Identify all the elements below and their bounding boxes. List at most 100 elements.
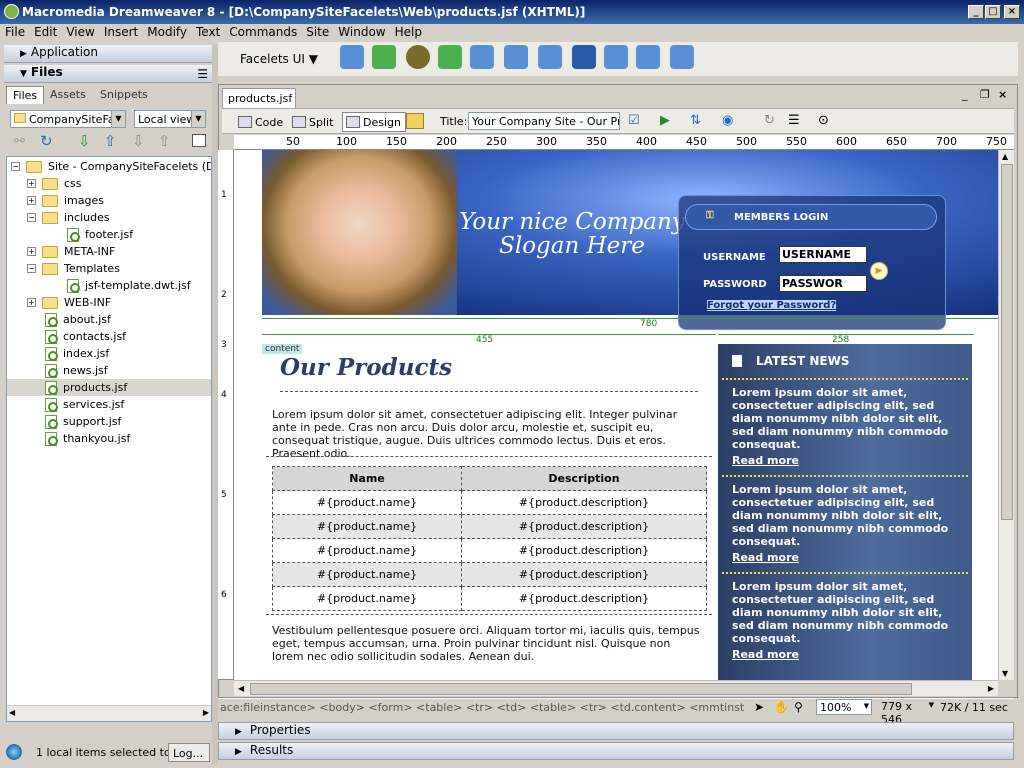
- scroll-left-icon[interactable]: ◀: [9, 708, 15, 717]
- facelets-define-icon[interactable]: [438, 45, 462, 69]
- facelets-fragment-icon[interactable]: [504, 45, 528, 69]
- tree-file-about[interactable]: about.jsf: [45, 311, 111, 328]
- doc-minimize-icon[interactable]: _: [962, 88, 968, 101]
- insert-category-select[interactable]: Facelets UI ▼: [240, 52, 318, 66]
- facelets-repeat-icon[interactable]: [670, 45, 694, 69]
- refresh-design-icon[interactable]: ↻: [764, 113, 775, 128]
- tree-file-thankyou[interactable]: thankyou.jsf: [45, 430, 130, 447]
- results-panel-header[interactable]: ▶ Results: [218, 742, 1014, 760]
- scroll-left-icon[interactable]: ◀: [238, 684, 244, 693]
- expand-panel-icon[interactable]: [192, 134, 206, 147]
- select-tool-icon[interactable]: ➤: [754, 700, 764, 714]
- menu-view[interactable]: View: [61, 24, 98, 39]
- get-files-icon[interactable]: ⇩: [78, 132, 91, 150]
- facelets-debug-icon[interactable]: [406, 45, 430, 69]
- menu-help[interactable]: Help: [390, 24, 426, 39]
- menu-site[interactable]: Site: [301, 24, 333, 39]
- tree-file-template[interactable]: jsf-template.dwt.jsf: [67, 277, 191, 294]
- hand-tool-icon[interactable]: ✋: [774, 700, 789, 714]
- canvas-vertical-scrollbar[interactable]: ▲ ▼: [998, 150, 1014, 680]
- panel-options-icon[interactable]: ☰: [197, 67, 208, 81]
- read-more-link[interactable]: Read more: [732, 551, 799, 564]
- tree-folder-css[interactable]: + css: [27, 175, 82, 192]
- connect-icon[interactable]: ⚯: [14, 134, 25, 149]
- canvas-horizontal-scrollbar[interactable]: ◀ ▶: [234, 680, 998, 696]
- menu-modify[interactable]: Modify: [142, 24, 191, 39]
- facelets-insert-icon[interactable]: [572, 45, 596, 69]
- tree-file-products[interactable]: products.jsf: [7, 379, 211, 396]
- scroll-thumb[interactable]: [250, 683, 912, 695]
- login-go-button[interactable]: ▶: [870, 262, 888, 280]
- username-input[interactable]: [779, 246, 867, 263]
- tree-folder-images[interactable]: + images: [27, 192, 104, 209]
- scroll-down-icon[interactable]: ▼: [1002, 669, 1008, 678]
- log-button[interactable]: Log...: [168, 743, 210, 762]
- menu-window[interactable]: Window: [333, 24, 389, 39]
- check-in-icon[interactable]: ⇧: [158, 132, 171, 150]
- put-files-icon[interactable]: ⇧: [104, 132, 117, 150]
- window-size-select[interactable]: 779 x 546 ▼: [878, 699, 934, 726]
- application-panel-header[interactable]: ▶ Application: [4, 45, 212, 63]
- content-region-tag[interactable]: content: [262, 344, 303, 354]
- facelets-composition-icon[interactable]: [340, 45, 364, 69]
- tree-file-news[interactable]: news.jsf: [45, 362, 108, 379]
- tree-file-index[interactable]: index.jsf: [45, 345, 109, 362]
- tab-snippets[interactable]: Snippets: [94, 86, 154, 104]
- visual-aids-icon[interactable]: ⊙: [818, 113, 829, 128]
- scroll-right-icon[interactable]: ▶: [988, 684, 994, 693]
- read-more-link[interactable]: Read more: [732, 454, 799, 467]
- zoom-tool-icon[interactable]: ⚲: [794, 700, 803, 714]
- split-view-button[interactable]: Split: [288, 112, 338, 132]
- doc-restore-icon[interactable]: ❐: [980, 88, 990, 101]
- validate-icon[interactable]: ▶: [660, 113, 670, 128]
- doc-close-icon[interactable]: ×: [998, 88, 1007, 101]
- tree-site-root[interactable]: − Site - CompanySiteFacelets (D:\C: [11, 158, 211, 175]
- tab-assets[interactable]: Assets: [44, 86, 92, 104]
- files-panel-header[interactable]: ▼ Files ☰: [4, 65, 212, 83]
- menu-insert[interactable]: Insert: [99, 24, 142, 39]
- facelets-decorate-icon[interactable]: [470, 45, 494, 69]
- menu-commands[interactable]: Commands: [224, 24, 301, 39]
- password-input[interactable]: [779, 275, 867, 292]
- scroll-thumb[interactable]: [1001, 164, 1013, 520]
- tree-folder-web-inf[interactable]: + WEB-INF: [27, 294, 111, 311]
- tree-folder-includes[interactable]: − includes: [27, 209, 110, 226]
- tree-file-support[interactable]: support.jsf: [45, 413, 121, 430]
- scroll-right-icon[interactable]: ▶: [203, 708, 209, 717]
- live-data-icon[interactable]: [406, 113, 424, 129]
- forgot-password-link[interactable]: Forgot your Password?: [707, 300, 837, 311]
- facelets-remove-icon[interactable]: [636, 45, 660, 69]
- tag-selector[interactable]: ace:fileinstance> <body> <form> <table> …: [220, 701, 744, 714]
- title-input[interactable]: Your Company Site - Our Produ: [468, 112, 620, 130]
- design-canvas[interactable]: Your nice Company Slogan Here ⚿ MEMBERS LO…: [234, 150, 998, 680]
- file-management-icon[interactable]: ⇅: [690, 113, 701, 128]
- tree-file-contacts[interactable]: contacts.jsf: [45, 328, 126, 345]
- site-select[interactable]: CompanySiteFac ▼: [10, 110, 126, 128]
- design-view-button[interactable]: Design: [342, 112, 406, 132]
- close-button[interactable]: ×: [1004, 5, 1020, 19]
- facelets-param-icon[interactable]: [604, 45, 628, 69]
- view-options-icon[interactable]: ☰: [788, 113, 800, 128]
- read-more-link[interactable]: Read more: [732, 648, 799, 661]
- tab-files[interactable]: Files: [6, 86, 45, 104]
- content-region[interactable]: Our Products Lorem ipsum dolor sit amet,…: [262, 344, 716, 680]
- preview-browser-icon[interactable]: ◉: [722, 113, 733, 128]
- maximize-button[interactable]: □: [985, 5, 1001, 19]
- check-out-icon[interactable]: ⇩: [132, 132, 145, 150]
- refresh-icon[interactable]: ↻: [40, 132, 53, 150]
- scroll-up-icon[interactable]: ▲: [1002, 152, 1008, 161]
- dreamweaver-app-icon[interactable]: [4, 4, 19, 19]
- document-tab[interactable]: products.jsf: [222, 88, 296, 108]
- code-view-button[interactable]: Code: [234, 112, 288, 132]
- minimize-button[interactable]: _: [968, 5, 984, 19]
- view-select[interactable]: Local view ▼: [134, 110, 206, 128]
- tree-file-footer[interactable]: footer.jsf: [67, 226, 133, 243]
- tree-horizontal-scrollbar[interactable]: ◀ ▶: [7, 705, 211, 721]
- menu-edit[interactable]: Edit: [29, 24, 61, 39]
- facelets-include-icon[interactable]: [538, 45, 562, 69]
- properties-panel-header[interactable]: ▶ Properties: [218, 722, 1014, 740]
- check-browser-icon[interactable]: ☑: [628, 113, 640, 128]
- menu-text[interactable]: Text: [191, 24, 224, 39]
- menu-file[interactable]: File: [0, 24, 29, 39]
- tree-folder-meta-inf[interactable]: + META-INF: [27, 243, 115, 260]
